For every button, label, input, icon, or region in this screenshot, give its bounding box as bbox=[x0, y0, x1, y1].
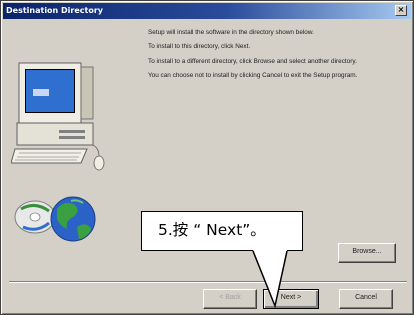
close-icon: × bbox=[397, 5, 405, 14]
window-title: Destination Directory bbox=[6, 6, 104, 15]
title-bar: Destination Directory × bbox=[3, 3, 411, 19]
setup-illustration bbox=[11, 62, 105, 242]
setup-dialog: Destination Directory × Setup will insta… bbox=[0, 0, 414, 315]
cancel-button[interactable]: Cancel bbox=[339, 289, 393, 309]
next-button[interactable]: Next > bbox=[263, 289, 319, 309]
browse-instruction: To install to a different directory, cli… bbox=[148, 57, 357, 65]
instructions: Setup will install the software in the d… bbox=[148, 29, 410, 85]
computer-icon bbox=[11, 62, 105, 171]
disc-icon bbox=[14, 200, 56, 234]
cancel-instruction: You can choose not to install by clickin… bbox=[148, 72, 358, 80]
globe-icon bbox=[50, 196, 96, 242]
browse-button[interactable]: Browse... bbox=[338, 243, 396, 263]
close-button[interactable]: × bbox=[395, 5, 407, 16]
separator bbox=[9, 281, 407, 283]
back-button[interactable]: < Back bbox=[203, 289, 257, 309]
callout-annotation: 5.按 “ Next”。 bbox=[141, 211, 303, 251]
next-instruction: To install to this directory, click Next… bbox=[148, 43, 251, 51]
intro-text: Setup will install the software in the d… bbox=[148, 29, 314, 36]
